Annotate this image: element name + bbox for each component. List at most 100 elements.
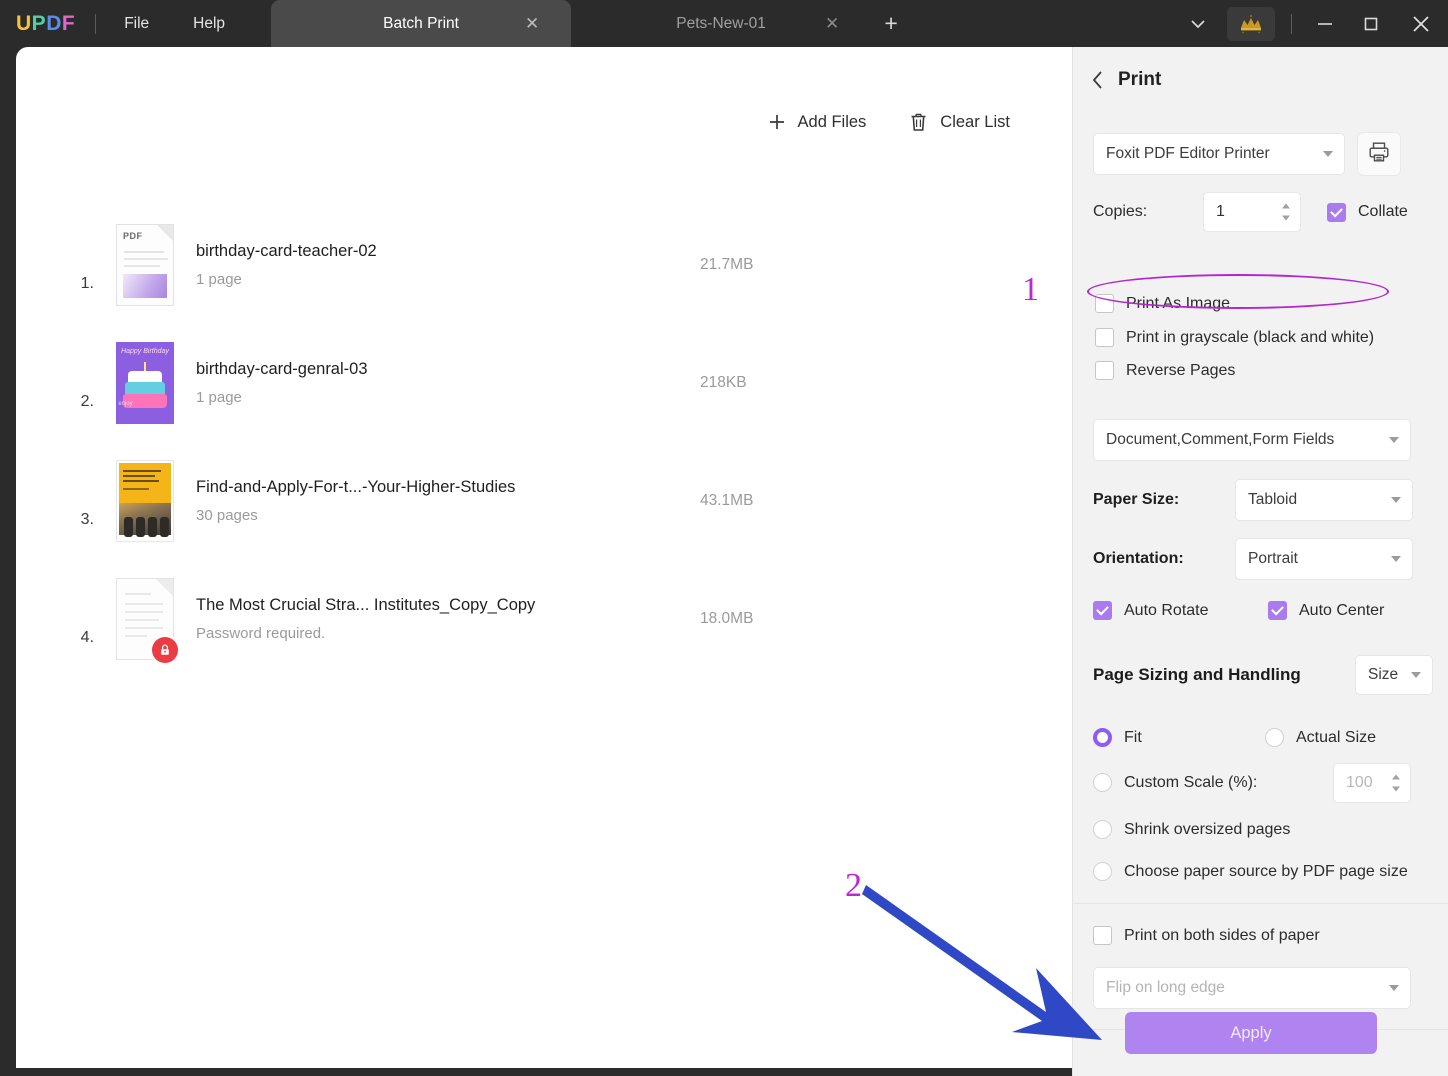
chevron-left-icon[interactable] [1091,70,1104,90]
stepper-up-icon[interactable] [1282,204,1290,209]
file-list-card: Add Files Clear List 1. [60,85,1028,1047]
choose-paper-source-radio[interactable]: Choose paper source by PDF page size [1093,862,1408,881]
new-tab-label: + [884,10,897,37]
thumb-footer: enjoy [116,401,135,420]
file-name: birthday-card-genral-03 [196,360,368,379]
page-sizing-mode-select[interactable]: Size [1355,655,1433,695]
stepper-up-icon[interactable] [1392,775,1400,780]
print-grayscale-checkbox[interactable]: Print in grayscale (black and white) [1095,328,1374,347]
actual-size-label: Actual Size [1296,729,1376,747]
stepper-down-icon[interactable] [1282,216,1290,221]
page-fold [157,225,173,241]
clear-list-button[interactable]: Clear List [908,111,1010,133]
custom-scale-value: 100 [1346,774,1373,792]
table-row[interactable]: 1. PDF birthday-card-teacher-02 1 page [60,215,1028,315]
file-size: 43.1MB [700,492,753,510]
page-fold [156,579,173,596]
logo-letter-p: P [32,12,47,36]
tab-batch-print[interactable]: Batch Print ✕ [271,0,571,47]
auto-rotate-label: Auto Rotate [1124,602,1209,620]
shrink-oversized-radio-button [1093,820,1112,839]
print-grayscale-checkbox-box [1095,328,1114,347]
reverse-pages-checkbox[interactable]: Reverse Pages [1095,361,1235,380]
file-status: Password required. [196,625,535,642]
custom-scale-stepper[interactable]: 100 [1333,763,1411,803]
reverse-pages-label: Reverse Pages [1126,362,1235,380]
auto-center-checkbox[interactable]: Auto Center [1268,601,1384,620]
orientation-value: Portrait [1248,550,1298,568]
copies-stepper[interactable]: 1 [1203,192,1301,232]
tab-pets-new-01[interactable]: Pets-New-01 ✕ [571,0,871,47]
menu-help-label: Help [193,15,225,33]
collate-checkbox[interactable]: Collate [1327,203,1408,222]
maximize-button[interactable] [1348,0,1394,47]
logo-divider [95,14,96,34]
reverse-pages-checkbox-box [1095,361,1114,380]
file-name: birthday-card-teacher-02 [196,242,377,261]
close-button[interactable] [1394,0,1448,47]
updf-window: UPDF File Help Batch Print ✕ Pets-New-01… [0,0,1448,1076]
copies-label: Copies: [1093,203,1203,221]
file-page-count: 1 page [196,389,368,406]
chevron-down-icon [1391,497,1401,503]
menu-help[interactable]: Help [171,0,247,47]
file-meta: birthday-card-teacher-02 1 page [196,242,377,288]
window-controls [1175,0,1448,47]
table-row[interactable]: 2. Happy Birthday enjoy birthday-card-ge… [60,333,1028,433]
custom-scale-radio-button [1093,773,1112,792]
clear-list-label: Clear List [940,113,1010,132]
new-tab-button[interactable]: + [871,0,911,47]
lock-icon [152,637,178,663]
chevron-down-icon [1323,151,1333,157]
orientation-select[interactable]: Portrait [1235,538,1413,580]
file-size: 21.7MB [700,256,753,274]
paper-size-select[interactable]: Tabloid [1235,479,1413,521]
file-page-count: 30 pages [196,507,515,524]
shrink-oversized-radio[interactable]: Shrink oversized pages [1093,820,1290,839]
add-files-button[interactable]: Add Files [767,112,867,132]
print-as-image-checkbox[interactable]: Print As Image [1095,294,1230,313]
tab-pets-new-01-close-icon[interactable]: ✕ [821,13,843,35]
logo-letter-f: F [62,12,75,36]
printer-select[interactable]: Foxit PDF Editor Printer [1093,133,1345,175]
chevron-down-icon [1411,672,1421,678]
premium-badge-icon[interactable] [1227,7,1275,41]
updf-logo: UPDF [0,0,89,47]
table-row[interactable]: 4. [60,569,1028,669]
print-content-select[interactable]: Document,Comment,Form Fields [1093,419,1411,461]
file-list-toolbar: Add Files Clear List [767,111,1010,133]
stepper-arrows[interactable] [1392,775,1400,792]
pdf-document-icon: PDF [116,224,174,306]
title-bar: UPDF File Help Batch Print ✕ Pets-New-01… [0,0,1448,47]
menu-file[interactable]: File [102,0,171,47]
chevron-down-icon [1389,985,1399,991]
actual-size-radio[interactable]: Actual Size [1265,728,1376,747]
auto-rotate-checkbox-box [1093,601,1112,620]
fit-radio[interactable]: Fit [1093,728,1142,747]
panel-header: Print [1073,47,1448,91]
page-sizing-title: Page Sizing and Handling [1093,665,1301,685]
custom-scale-radio[interactable]: Custom Scale (%): [1093,773,1257,792]
birthday-cake-cover-icon: Happy Birthday enjoy [116,342,174,424]
stepper-down-icon[interactable] [1392,787,1400,792]
annotation-marker-1: 1 [1022,271,1039,309]
shrink-oversized-label: Shrink oversized pages [1124,821,1290,839]
file-index: 4. [60,629,104,647]
file-size: 218KB [700,374,747,392]
print-both-sides-checkbox[interactable]: Print on both sides of paper [1093,926,1320,945]
table-row[interactable]: 3. Find-and [60,451,1028,551]
apply-button[interactable]: Apply [1125,1012,1377,1054]
stepper-arrows[interactable] [1282,204,1290,221]
file-meta: birthday-card-genral-03 1 page [196,360,368,406]
choose-paper-source-label: Choose paper source by PDF page size [1124,863,1408,881]
auto-center-label: Auto Center [1299,602,1384,620]
tab-batch-print-close-icon[interactable]: ✕ [521,13,543,35]
printer-properties-button[interactable] [1357,132,1401,176]
batch-print-content: Add Files Clear List 1. [16,47,1072,1068]
minimize-button[interactable] [1302,0,1348,47]
flip-edge-select[interactable]: Flip on long edge [1093,967,1411,1009]
chevron-down-icon [1391,556,1401,562]
auto-rotate-checkbox[interactable]: Auto Rotate [1093,601,1209,620]
chevron-down-icon[interactable] [1175,0,1221,47]
file-size: 18.0MB [700,610,753,628]
